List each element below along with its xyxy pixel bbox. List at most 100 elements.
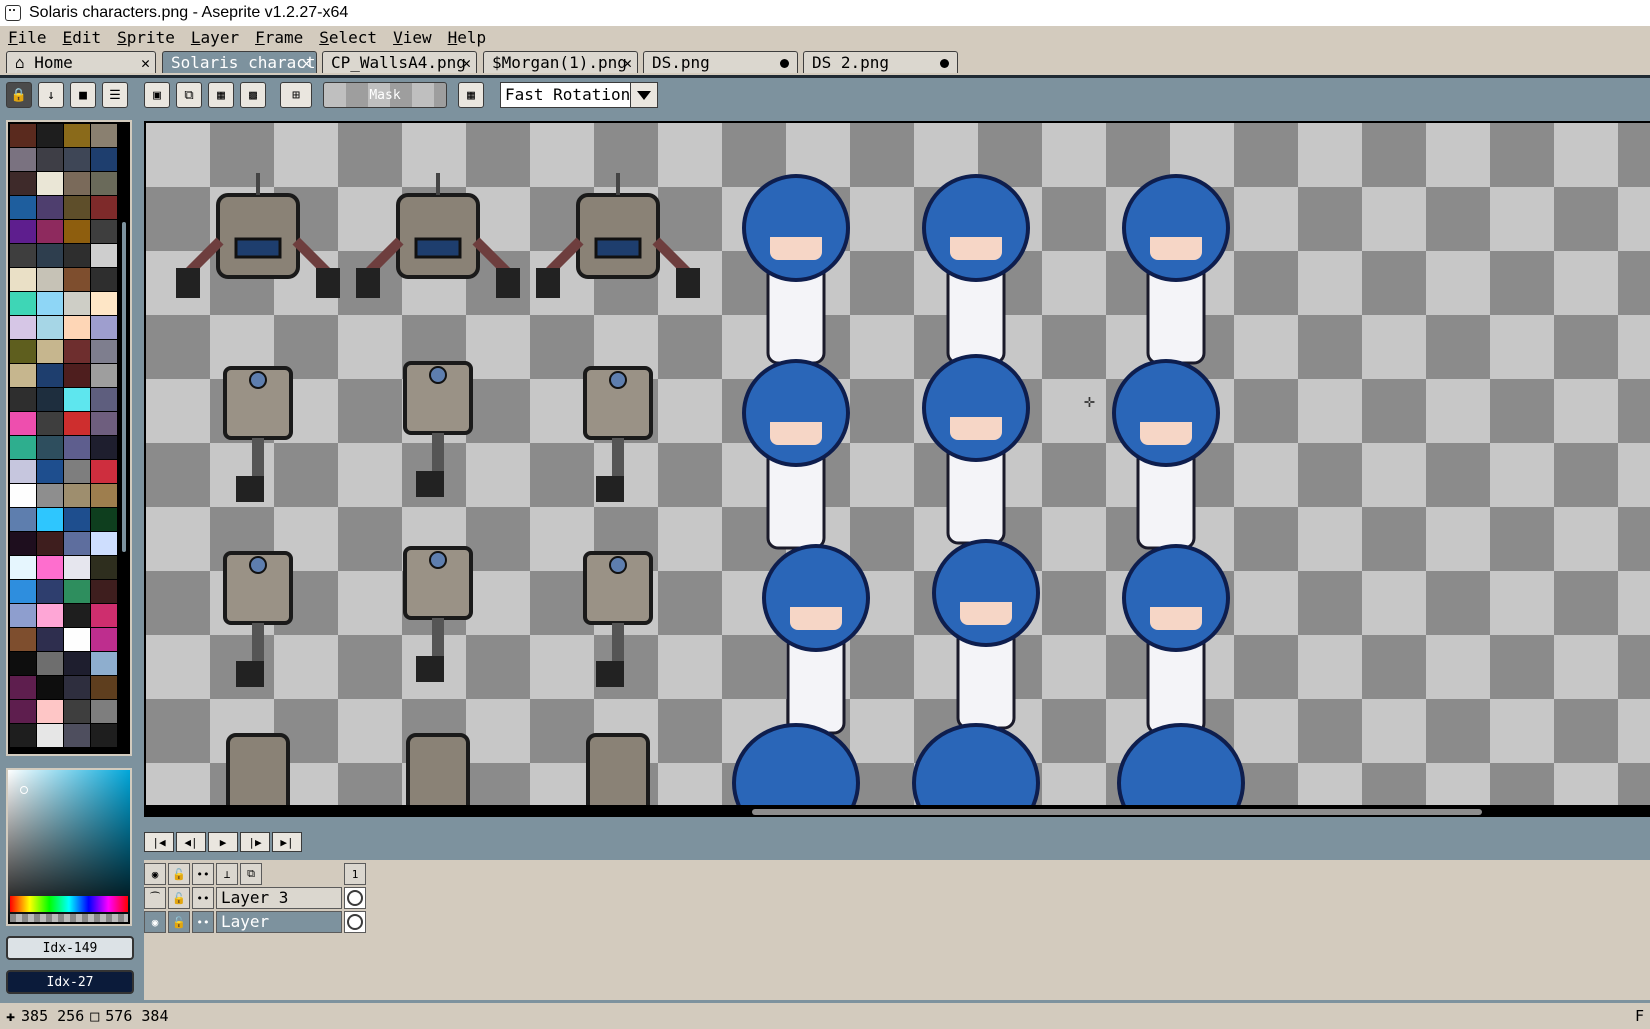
tab-ds-2[interactable]: DS 2.png	[803, 51, 958, 73]
palette-swatch[interactable]	[91, 556, 117, 579]
tab-solaris-characters[interactable]: Solaris charact ✕	[162, 51, 317, 73]
palette-swatch[interactable]	[37, 484, 63, 507]
arrow-down-icon[interactable]: ↓	[38, 82, 64, 108]
palette-swatch[interactable]	[91, 652, 117, 675]
eye-icon[interactable]: ◉	[144, 911, 166, 933]
palette-swatch[interactable]	[37, 196, 63, 219]
palette-swatch[interactable]	[37, 220, 63, 243]
palette-swatch[interactable]	[37, 508, 63, 531]
palette-swatch[interactable]	[37, 316, 63, 339]
palette-swatch[interactable]	[10, 292, 36, 315]
palette-swatch[interactable]	[91, 364, 117, 387]
palette-swatch[interactable]	[10, 196, 36, 219]
alpha-slider[interactable]	[10, 914, 128, 922]
palette-swatch[interactable]	[91, 196, 117, 219]
palette-swatch[interactable]	[91, 244, 117, 267]
palette-swatch[interactable]	[37, 604, 63, 627]
palette-swatch[interactable]	[91, 484, 117, 507]
play-icon[interactable]: ▶	[208, 832, 238, 852]
palette-swatch[interactable]	[10, 556, 36, 579]
tab-morgan[interactable]: $Morgan(1).png ✕	[483, 51, 638, 73]
continuous-icon[interactable]: ••	[192, 887, 214, 909]
palette-swatch[interactable]	[91, 220, 117, 243]
select-subtract-icon[interactable]: ▦	[208, 82, 234, 108]
palette-swatch[interactable]	[64, 124, 90, 147]
palette-swatch[interactable]	[37, 268, 63, 291]
menu-view[interactable]: View	[385, 28, 440, 47]
palette-swatch[interactable]	[37, 364, 63, 387]
palette-swatch[interactable]	[64, 340, 90, 363]
palette-swatch[interactable]	[10, 316, 36, 339]
palette-swatch[interactable]	[37, 652, 63, 675]
select-replace-icon[interactable]: ▣	[144, 82, 170, 108]
palette-swatch[interactable]	[37, 580, 63, 603]
continuous-icon[interactable]: ••	[192, 911, 214, 933]
palette-swatch[interactable]	[10, 124, 36, 147]
eye-closed-icon[interactable]: ⁀	[144, 887, 166, 909]
modified-dot-icon[interactable]	[940, 59, 949, 68]
palette-swatch[interactable]	[64, 220, 90, 243]
palette-swatch[interactable]	[64, 700, 90, 723]
palette-swatch[interactable]	[10, 604, 36, 627]
palette-swatch[interactable]	[64, 724, 90, 747]
layer-name[interactable]: Layer 3	[216, 887, 342, 909]
close-icon[interactable]: ✕	[623, 52, 632, 73]
palette-swatch[interactable]	[10, 388, 36, 411]
palette-swatch[interactable]	[91, 316, 117, 339]
tab-cp-walls[interactable]: CP_WallsA4.png ✕	[322, 51, 477, 73]
palette-swatch[interactable]	[91, 124, 117, 147]
palette-swatch[interactable]	[64, 244, 90, 267]
palette-swatch[interactable]	[91, 292, 117, 315]
palette-swatch[interactable]	[91, 148, 117, 171]
palette-swatch[interactable]	[37, 436, 63, 459]
layer-row[interactable]: ◉ 🔓 •• Layer	[144, 911, 368, 933]
palette-swatch[interactable]	[64, 532, 90, 555]
palette-swatch[interactable]	[10, 148, 36, 171]
palette-swatch[interactable]	[91, 580, 117, 603]
palette-swatch[interactable]	[91, 532, 117, 555]
onion-skin-icon[interactable]: ⧉	[240, 863, 262, 885]
palette-swatch[interactable]	[91, 340, 117, 363]
palette-swatch[interactable]	[37, 388, 63, 411]
menu-frame[interactable]: Frame	[247, 28, 311, 47]
palette-swatch[interactable]	[64, 484, 90, 507]
palette-swatch[interactable]	[10, 508, 36, 531]
palette-swatch[interactable]	[10, 580, 36, 603]
palette-swatch[interactable]	[91, 268, 117, 291]
palette-swatch[interactable]	[10, 244, 36, 267]
layer-group-icon[interactable]: ⊥	[216, 863, 238, 885]
menu-select[interactable]: Select	[311, 28, 385, 47]
palette-swatch[interactable]	[64, 364, 90, 387]
palette-swatch[interactable]	[10, 652, 36, 675]
foreground-color-button[interactable]: Idx-149	[6, 936, 134, 960]
menu-help[interactable]: Help	[440, 28, 495, 47]
palette-swatch[interactable]	[64, 652, 90, 675]
palette-swatch[interactable]	[10, 436, 36, 459]
prev-frame-icon[interactable]: ◀|	[176, 832, 206, 852]
canvas-horizontal-scrollbar[interactable]	[144, 807, 1650, 817]
palette-swatch[interactable]	[91, 628, 117, 651]
eye-icon[interactable]: ◉	[144, 863, 166, 885]
cel[interactable]	[344, 911, 366, 933]
palette-swatch[interactable]	[64, 628, 90, 651]
cel[interactable]	[344, 887, 366, 909]
menu-sprite[interactable]: Sprite	[109, 28, 183, 47]
lock-icon[interactable]: 🔒	[6, 82, 32, 108]
palette-swatch[interactable]	[64, 604, 90, 627]
palette-swatch[interactable]	[37, 628, 63, 651]
palette-swatch[interactable]	[64, 268, 90, 291]
palette-swatch[interactable]	[37, 148, 63, 171]
palette-swatch[interactable]	[64, 316, 90, 339]
rotation-algorithm-select[interactable]: Fast Rotation	[500, 82, 658, 108]
palette-swatch[interactable]	[10, 532, 36, 555]
chevron-down-icon[interactable]	[630, 83, 657, 107]
layer-row[interactable]: ⁀ 🔓 •• Layer 3	[144, 887, 368, 909]
color-spectrum-picker[interactable]	[6, 768, 132, 926]
close-icon[interactable]: ✕	[141, 52, 150, 73]
palette-swatch[interactable]	[64, 172, 90, 195]
picker-cursor[interactable]	[20, 786, 28, 794]
hue-slider[interactable]	[10, 896, 128, 912]
palette-swatch[interactable]	[10, 268, 36, 291]
palette-swatch[interactable]	[10, 340, 36, 363]
palette-swatch[interactable]	[10, 412, 36, 435]
